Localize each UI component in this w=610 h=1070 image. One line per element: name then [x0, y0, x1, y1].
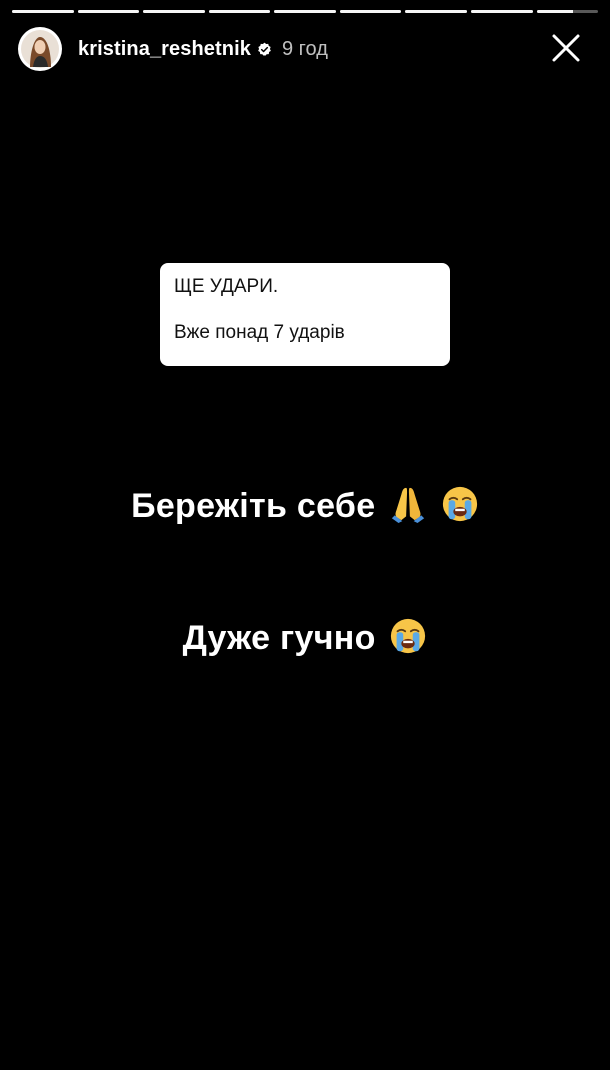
post-time: 9 год	[282, 37, 328, 60]
loudly-crying-face-emoji	[441, 485, 479, 532]
story-text-2: Дуже гучно	[182, 619, 376, 657]
story-header: kristina_reshetnik 9 год	[18, 26, 596, 72]
folded-hands-emoji	[389, 485, 427, 532]
story-progress-segment	[536, 10, 599, 13]
story-progress-segment	[339, 10, 402, 13]
story-progress-bar	[12, 10, 599, 13]
question-title: ЩЕ УДАРИ.	[174, 276, 279, 297]
question-box: ЩЕ УДАРИ. Вже понад 7 ударів	[160, 263, 450, 366]
profile-photo-icon	[21, 30, 59, 68]
story-progress-segment	[470, 10, 533, 13]
story-progress-segment	[405, 10, 467, 13]
question-text: Вже понад 7 ударів	[174, 322, 345, 343]
story-viewer[interactable]: kristina_reshetnik 9 год ЩЕ УДАРИ. Вже п…	[0, 0, 610, 1070]
story-progress-segment	[274, 10, 336, 13]
story-text-line-2: Дуже гучно	[0, 617, 610, 664]
verified-badge-icon	[257, 42, 272, 57]
story-progress-segment	[12, 10, 74, 13]
username[interactable]: kristina_reshetnik	[78, 38, 251, 61]
avatar[interactable]	[18, 27, 62, 71]
story-text-line-1: Бережіть себе	[0, 485, 610, 532]
story-progress-segment	[143, 10, 205, 13]
close-icon[interactable]	[550, 32, 582, 64]
story-text-1: Бережіть себе	[131, 487, 376, 525]
loudly-crying-face-emoji	[389, 617, 427, 664]
story-progress-segment	[77, 10, 140, 13]
story-progress-segment	[208, 10, 271, 13]
